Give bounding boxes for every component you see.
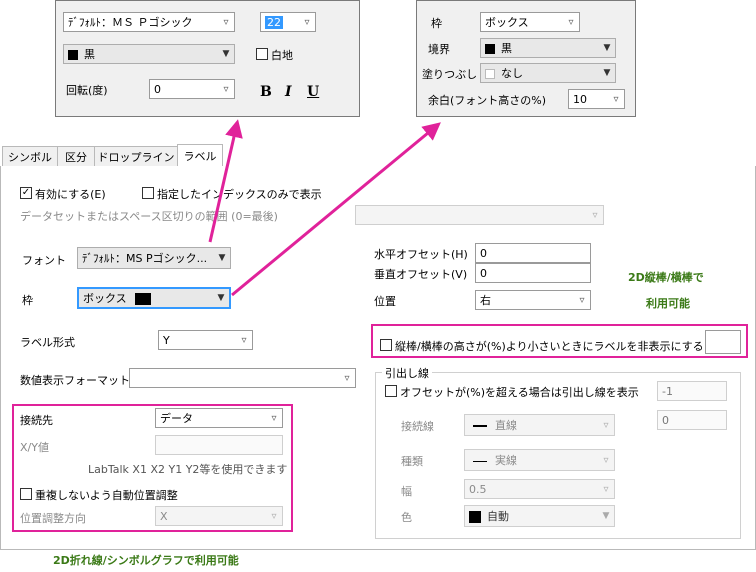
color-swatch	[134, 293, 151, 305]
leader-color-combo[interactable]: 自動 ▼	[464, 505, 615, 527]
conn-line-label: 接続線	[401, 420, 434, 433]
dataset-combo[interactable]: ▿	[355, 205, 604, 225]
chevron-down-icon: ▿	[223, 83, 229, 95]
chevron-down-icon: ▿	[304, 16, 310, 28]
chevron-down-icon: ▿	[613, 93, 619, 105]
font-popup: ﾃﾞﾌｫﾙﾄ：ＭＳ Ｐゴシック ▿ 22 ▿ 黒 ▼ 白地 回転(度) 0 ▿ …	[55, 0, 360, 117]
chevron-down-icon: ▿	[603, 419, 609, 431]
note-bar-availability: 2D縦棒/横棒で	[628, 271, 704, 284]
rotation-label: 回転(度)	[66, 84, 108, 97]
frame-label: 枠	[22, 294, 33, 307]
hide-label-input[interactable]	[705, 330, 741, 354]
leader-threshold-input[interactable]: -1	[657, 381, 727, 401]
enable-checkbox[interactable]: ✓	[20, 187, 32, 199]
hide-label-text: 縦棒/横棒の高さが(%)より小さいときにラベルを非表示にする	[395, 340, 704, 353]
underline-button[interactable]: U	[307, 84, 319, 100]
label-form-label: ラベル形式	[20, 336, 75, 349]
kind-combo[interactable]: 実線 ▿	[464, 449, 615, 471]
margin-combo[interactable]: 10 ▿	[568, 89, 625, 109]
dropdown-arrow-icon: ▼	[602, 511, 610, 521]
xy-input[interactable]	[155, 435, 283, 455]
color-swatch	[485, 69, 495, 79]
numeric-format-label: 数値表示フォーマット	[20, 374, 130, 387]
dropdown-arrow-icon: ▼	[603, 68, 611, 78]
rotation-combo[interactable]: 0 ▿	[149, 79, 235, 99]
note-bar-availability-2: 利用可能	[646, 297, 690, 310]
italic-button[interactable]: I	[285, 84, 292, 100]
dropdown-arrow-icon: ▼	[218, 253, 226, 263]
v-offset-label: 垂直オフセット(V)	[374, 268, 468, 281]
pos-dir-combo[interactable]: X ▿	[155, 506, 283, 526]
white-bg-label: 白地	[271, 49, 293, 62]
position-combo[interactable]: 右 ▿	[475, 290, 591, 310]
label-form-combo[interactable]: Y ▿	[158, 330, 253, 350]
position-label: 位置	[374, 295, 396, 308]
chevron-down-icon: ▿	[241, 334, 247, 346]
tab-labels[interactable]: ラベル	[177, 144, 223, 167]
color-label: 色	[401, 511, 412, 524]
popup-color-combo[interactable]: 黒 ▼	[63, 44, 235, 64]
labtalk-hint: LabTalk X1 X2 Y1 Y2等を使用できます	[88, 463, 288, 476]
specified-index-checkbox[interactable]	[142, 187, 154, 199]
specified-index-label: 指定したインデックスのみで表示	[157, 188, 322, 201]
dropdown-arrow-icon: ▼	[222, 49, 230, 59]
line-sample-icon	[473, 460, 487, 462]
chevron-down-icon: ▿	[603, 483, 609, 495]
frame-combo[interactable]: ボックス ▿	[480, 12, 580, 32]
auto-pos-label: 重複しないよう自動位置調整	[35, 489, 178, 502]
border-color-combo[interactable]: 黒 ▼	[480, 38, 616, 58]
chevron-down-icon: ▿	[344, 372, 350, 384]
fill-color-combo[interactable]: なし ▼	[480, 63, 616, 83]
popup-font-combo[interactable]: ﾃﾞﾌｫﾙﾄ：ＭＳ Ｐゴシック ▿	[63, 12, 235, 32]
color-swatch	[469, 511, 481, 523]
chevron-down-icon: ▿	[568, 16, 574, 28]
h-offset-label: 水平オフセット(H)	[374, 248, 468, 261]
leader-group-title: 引出し線	[382, 365, 432, 381]
white-bg-checkbox[interactable]	[256, 48, 268, 60]
frame-label: 枠	[431, 17, 442, 30]
tab-dropline[interactable]: ドロップライン	[94, 146, 178, 166]
xy-label: X/Y値	[20, 441, 49, 454]
width-label: 幅	[401, 485, 412, 498]
margin-label: 余白(フォント高さの%)	[428, 94, 547, 107]
note-line-availability: 2D折れ線/シンボルグラフで利用可能	[53, 554, 239, 567]
chevron-down-icon: ▿	[579, 294, 585, 306]
tab-division[interactable]: 区分	[57, 146, 95, 166]
enable-label: 有効にする(E)	[35, 188, 106, 201]
tab-symbol[interactable]: シンボル	[2, 146, 58, 166]
line-sample-icon	[473, 425, 487, 427]
v-offset-input[interactable]: 0	[475, 263, 591, 283]
hide-label-checkbox[interactable]	[380, 339, 392, 351]
conn-line-combo[interactable]: 直線 ▿	[464, 414, 615, 436]
auto-pos-checkbox[interactable]	[20, 488, 32, 500]
h-offset-input[interactable]: 0	[475, 243, 591, 263]
leader-checkbox[interactable]	[385, 385, 397, 397]
font-button[interactable]: ﾃﾞﾌｫﾙﾄ：MS Pゴシック... ▼	[77, 247, 231, 269]
leader-offset-input[interactable]: 0	[657, 410, 727, 430]
bold-button[interactable]: B	[260, 84, 272, 100]
dataset-label: データセットまたはスペース区切りの範囲 (0=最後)	[20, 210, 278, 223]
font-label: フォント	[22, 254, 66, 267]
kind-label: 種類	[401, 455, 423, 468]
numeric-format-combo[interactable]: ▿	[129, 368, 356, 388]
chevron-down-icon: ▿	[271, 412, 277, 424]
chevron-down-icon: ▿	[223, 16, 229, 28]
chevron-down-icon: ▿	[271, 510, 277, 522]
dropdown-arrow-icon: ▼	[603, 43, 611, 53]
frame-button[interactable]: ボックス ▼	[77, 287, 231, 309]
color-swatch	[68, 50, 78, 60]
chevron-down-icon: ▿	[592, 209, 598, 221]
connect-label: 接続先	[20, 414, 53, 427]
width-combo[interactable]: 0.5 ▿	[464, 479, 615, 499]
chevron-down-icon: ▿	[603, 454, 609, 466]
dropdown-arrow-icon: ▼	[217, 293, 225, 303]
leader-checkbox-label: オフセットが(%)を超える場合は引出し線を表示	[400, 386, 639, 399]
pos-dir-label: 位置調整方向	[20, 512, 86, 525]
connect-combo[interactable]: データ ▿	[155, 408, 283, 428]
color-swatch	[485, 44, 495, 54]
fill-label: 塗りつぶし	[422, 68, 478, 81]
popup-size-combo[interactable]: 22 ▿	[260, 12, 316, 32]
frame-popup: 枠 ボックス ▿ 境界 黒 ▼ 塗りつぶし なし ▼ 余白(フォント高さの%) …	[416, 0, 636, 117]
border-label: 境界	[428, 43, 450, 56]
